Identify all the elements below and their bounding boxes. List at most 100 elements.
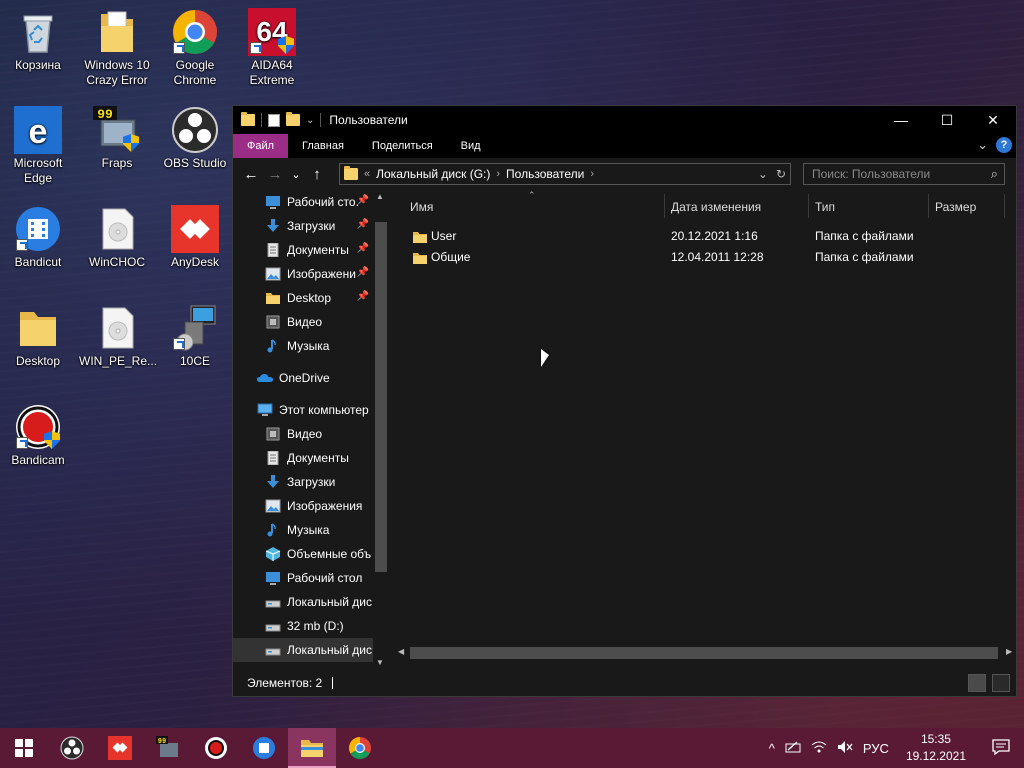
details-view-button[interactable] <box>968 674 986 692</box>
nav-item-this-pc[interactable]: Этот компьютер <box>233 398 389 422</box>
taskbar-app-bandicut[interactable] <box>240 728 288 768</box>
tab-view[interactable]: Вид <box>447 134 495 158</box>
horizontal-scrollbar[interactable]: ◀ ▶ <box>398 646 1016 660</box>
nav-item-quick-access[interactable]: Загрузки 📌 <box>233 214 389 238</box>
input-language[interactable]: РУС <box>858 741 894 756</box>
file-type: Папка с файлами <box>815 250 914 264</box>
overflow-icon[interactable]: « <box>364 168 370 180</box>
properties-icon[interactable] <box>268 113 280 127</box>
tab-home[interactable]: Главная <box>288 134 358 158</box>
desktop-icon-crazy-error[interactable]: Windows 10 Crazy Error <box>79 8 155 88</box>
desktop-icon-win-pe[interactable]: WIN_PE_Re... <box>79 304 157 369</box>
nav-item-quick-access[interactable]: Документы 📌 <box>233 238 389 262</box>
recycle-bin-icon <box>14 8 62 56</box>
new-folder-icon[interactable] <box>286 112 300 126</box>
maximize-button[interactable]: ☐ <box>924 106 970 134</box>
network-wifi-icon[interactable] <box>806 740 832 757</box>
desktop-icon-recycle-bin[interactable]: Корзина <box>0 8 76 73</box>
chevron-right-icon[interactable]: › <box>590 168 594 180</box>
column-type[interactable]: Тип <box>815 200 835 214</box>
nav-item-this-pc-child[interactable]: Локальный дис <box>233 638 389 662</box>
title-bar[interactable]: ⌄ Пользователи — ☐ ✕ <box>233 106 1016 134</box>
address-dropdown-icon[interactable]: ⌄ <box>758 167 768 181</box>
nav-pane-scrollbar[interactable]: ▲ ▼ <box>373 190 390 670</box>
desktop-icon-anydesk[interactable]: AnyDesk <box>157 205 233 270</box>
taskbar-app-bandicam[interactable] <box>192 728 240 768</box>
table-row[interactable]: User 20.12.2021 1:16 Папка с файлами <box>390 226 1016 247</box>
notifications-icon[interactable] <box>978 738 1024 758</box>
chevron-right-icon[interactable]: › <box>496 168 500 180</box>
scroll-right-icon[interactable]: ▶ <box>1006 647 1012 656</box>
nav-item-quick-access[interactable]: Рабочий сто. 📌 <box>233 190 389 214</box>
taskbar-app-explorer[interactable] <box>288 728 336 768</box>
nav-item-quick-access[interactable]: Музыка <box>233 334 389 358</box>
recent-locations-button[interactable]: ⌄ <box>287 168 305 181</box>
tab-file[interactable]: Файл <box>233 134 289 158</box>
nav-item-this-pc-child[interactable]: Видео <box>233 422 389 446</box>
expand-ribbon-icon[interactable]: ⌄ <box>977 137 988 153</box>
nav-item-this-pc-child[interactable]: Объемные объ <box>233 542 389 566</box>
volume-muted-icon[interactable] <box>832 740 858 757</box>
scroll-up-icon[interactable]: ▲ <box>376 192 384 201</box>
breadcrumb-users[interactable]: Пользователи <box>506 167 584 181</box>
nav-item-this-pc-child[interactable]: Документы <box>233 446 389 470</box>
up-button[interactable]: ↑ <box>305 166 329 183</box>
desktop-icon-bandicut[interactable]: Bandicut <box>0 205 76 270</box>
column-name[interactable]: Имя <box>410 200 433 214</box>
nav-item-quick-access[interactable]: Desktop 📌 <box>233 286 389 310</box>
nav-item-this-pc-child[interactable]: Локальный дис <box>233 590 389 614</box>
taskbar-app-fraps[interactable]: 99 <box>144 728 192 768</box>
start-button[interactable] <box>0 728 48 768</box>
nav-item-label: Документы <box>287 451 349 465</box>
forward-button[interactable]: → <box>263 166 287 183</box>
search-input[interactable]: Поиск: Пользователи ⌕ <box>803 163 1005 185</box>
ribbon-right-controls: ⌄ ? <box>977 137 1012 153</box>
tray-overflow-chevron-icon[interactable]: ^ <box>764 741 780 756</box>
scroll-down-icon[interactable]: ▼ <box>376 658 384 667</box>
desktop-icon-edge[interactable]: e Microsoft Edge <box>0 106 76 186</box>
desktop-icon-obs[interactable]: OBS Studio <box>157 106 233 171</box>
column-divider[interactable] <box>1004 194 1005 218</box>
column-divider[interactable] <box>808 194 809 218</box>
clock[interactable]: 15:35 19.12.2021 <box>894 731 978 765</box>
desktop-icon-desktop-folder[interactable]: Desktop <box>0 304 76 369</box>
scrollbar-thumb[interactable] <box>375 222 387 572</box>
column-date[interactable]: Дата изменения <box>671 200 761 214</box>
refresh-icon[interactable]: ↻ <box>776 167 786 181</box>
breadcrumb-drive[interactable]: Локальный диск (G:) <box>376 167 490 181</box>
desktop-icon-bandicam[interactable]: Bandicam <box>0 403 76 468</box>
pen-workspace-icon[interactable] <box>780 740 806 757</box>
nav-item-this-pc-child[interactable]: 32 mb (D:) <box>233 614 389 638</box>
nav-item-quick-access[interactable]: Видео <box>233 310 389 334</box>
close-button[interactable]: ✕ <box>970 106 1016 134</box>
minimize-button[interactable]: — <box>878 106 924 134</box>
column-size[interactable]: Размер <box>935 200 976 214</box>
desktop-icon-chrome[interactable]: Google Chrome <box>157 8 233 88</box>
desktop-icon-winchoc[interactable]: WinCHOC <box>79 205 155 270</box>
nav-item-onedrive[interactable]: OneDrive <box>233 366 389 390</box>
scroll-left-icon[interactable]: ◀ <box>398 647 404 656</box>
taskbar-app-obs[interactable] <box>48 728 96 768</box>
tab-share[interactable]: Поделиться <box>358 134 447 158</box>
desktop-icon-fraps[interactable]: 99 Fraps <box>79 106 155 171</box>
address-box[interactable]: « Локальный диск (G:) › Пользователи › ⌄… <box>339 163 791 185</box>
desktop-icon-aida64[interactable]: 64 AIDA64 Extreme <box>234 8 310 88</box>
taskbar-app-chrome[interactable] <box>336 728 384 768</box>
nav-item-this-pc-child[interactable]: Музыка <box>233 518 389 542</box>
nav-item-quick-access[interactable]: Изображени 📌 <box>233 262 389 286</box>
table-row[interactable]: Общие 12.04.2011 12:28 Папка с файлами <box>390 247 1016 268</box>
nav-item-this-pc-child[interactable]: Загрузки <box>233 470 389 494</box>
back-button[interactable]: ← <box>239 166 263 183</box>
column-divider[interactable] <box>928 194 929 218</box>
nav-item-this-pc-child[interactable]: Рабочий стол <box>233 566 389 590</box>
help-icon[interactable]: ? <box>996 137 1012 153</box>
search-icon[interactable]: ⌕ <box>991 166 998 182</box>
folder-icon <box>14 304 62 352</box>
customize-toolbar-icon[interactable]: ⌄ <box>306 115 314 126</box>
large-icons-view-button[interactable] <box>992 674 1010 692</box>
taskbar-app-anydesk[interactable] <box>96 728 144 768</box>
column-divider[interactable] <box>664 194 665 218</box>
desktop-icon-10ce[interactable]: 10CE <box>157 304 233 369</box>
nav-item-this-pc-child[interactable]: Изображения <box>233 494 389 518</box>
scrollbar-thumb[interactable] <box>410 647 998 659</box>
